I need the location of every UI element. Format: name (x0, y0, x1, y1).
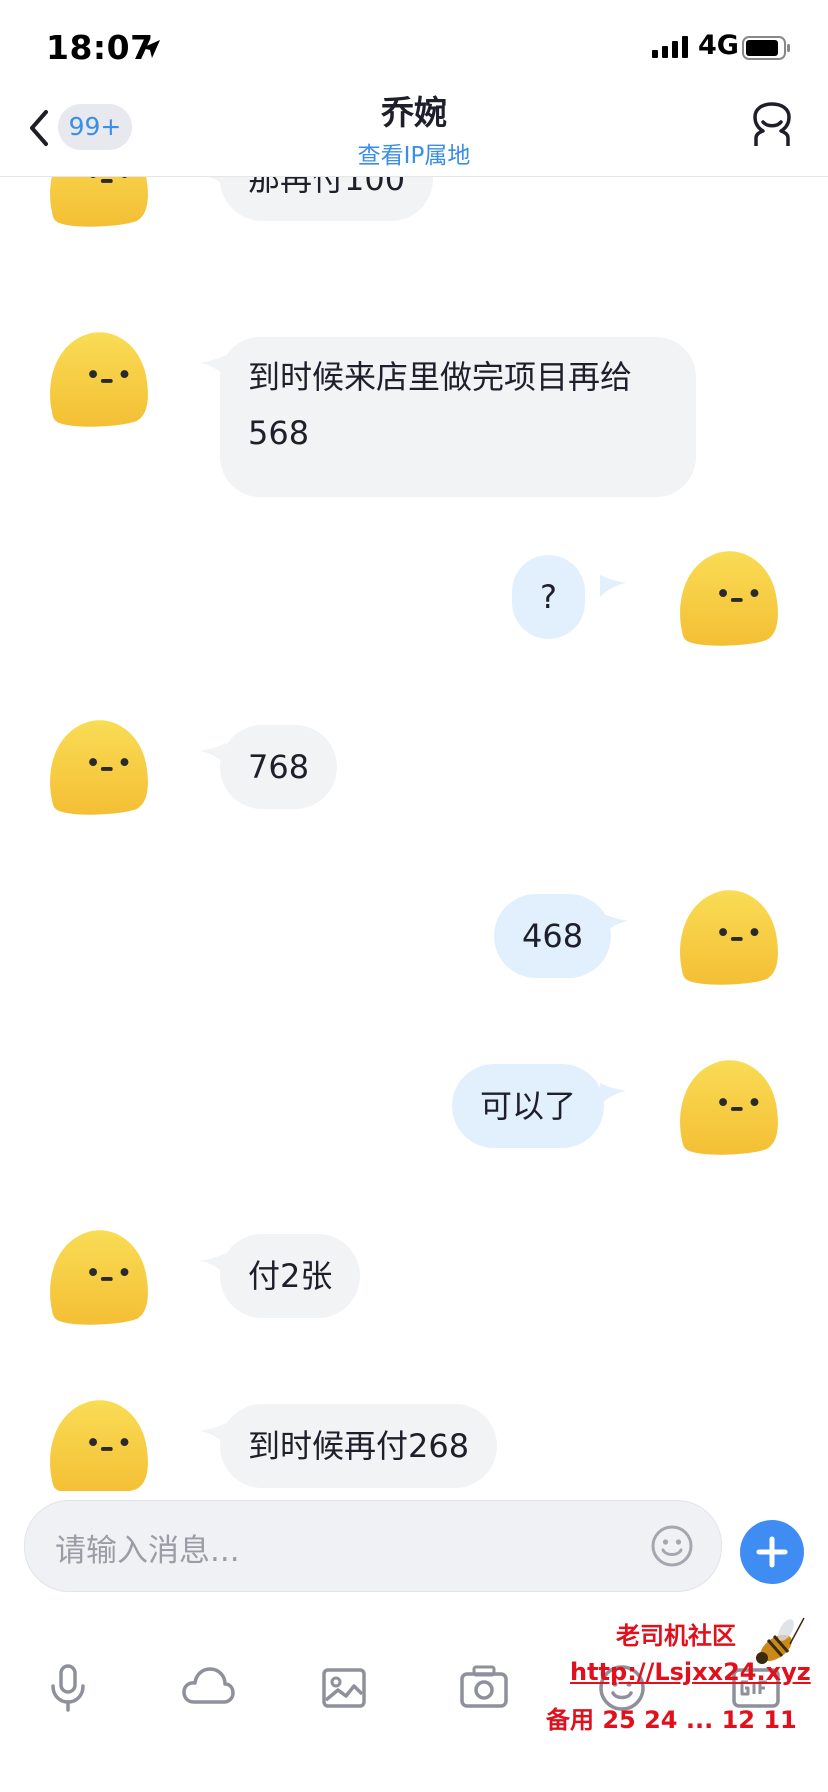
message-bubble-incoming[interactable]: 到时候来店里做完项目再给568 (220, 337, 696, 497)
watermark: 老司机社区 http://Lsjxx24.xyz 备用 25 24 ... 12… (540, 1610, 820, 1760)
contact-avatar[interactable] (42, 1223, 152, 1329)
message-bubble-incoming[interactable]: 到时候再付268 (220, 1404, 498, 1488)
add-button[interactable] (740, 1520, 804, 1584)
my-avatar[interactable] (672, 544, 782, 650)
bee-logo-icon (756, 1617, 805, 1664)
message-list[interactable]: 那再付100 到时候来店里做完项目再给568 ? 768 468 可以了 付2张… (0, 177, 828, 1491)
message-bubble-outgoing[interactable]: 468 (494, 894, 612, 978)
message-bubble-outgoing[interactable]: 可以了 (452, 1064, 605, 1148)
view-ip-location-link[interactable]: 查看IP属地 (0, 136, 828, 170)
emoji-picker-icon[interactable] (651, 1525, 693, 1567)
my-avatar[interactable] (672, 1053, 782, 1159)
image-icon[interactable] (316, 1660, 372, 1716)
status-time: 18:07 (46, 28, 154, 67)
watermark-backup: 备用 25 24 ... 12 11 (546, 1706, 797, 1734)
chat-header: 99+ 乔婉 查看IP属地 (0, 80, 828, 177)
watermark-title: 老司机社区 (616, 1622, 736, 1650)
microphone-icon[interactable] (40, 1660, 96, 1716)
message-bubble-incoming[interactable]: 那再付100 (220, 177, 434, 221)
message-bubble-incoming[interactable]: 768 (220, 725, 338, 809)
composer: 请输入消息... (0, 1500, 828, 1596)
signal-icon (652, 36, 688, 58)
message-bubble-outgoing[interactable]: ? (512, 555, 585, 639)
message-input-placeholder: 请输入消息... (55, 1533, 240, 1569)
contact-avatar[interactable] (42, 325, 152, 431)
contact-avatar[interactable] (42, 713, 152, 819)
bubble-tail (600, 1083, 626, 1105)
profile-icon[interactable] (752, 102, 792, 148)
contact-avatar[interactable] (42, 1393, 152, 1491)
contact-avatar[interactable] (42, 177, 152, 231)
battery-icon (742, 36, 790, 60)
plus-icon (756, 1536, 788, 1568)
my-avatar[interactable] (672, 883, 782, 989)
page-title: 乔婉 (381, 93, 447, 132)
camera-icon[interactable] (456, 1660, 512, 1716)
bubble-tail (600, 575, 626, 597)
message-input[interactable]: 请输入消息... (24, 1500, 722, 1592)
location-arrow-icon (142, 40, 160, 58)
message-bubble-incoming[interactable]: 付2张 (220, 1234, 361, 1318)
network-type: 4G (698, 30, 739, 61)
cloud-icon[interactable] (180, 1660, 236, 1716)
